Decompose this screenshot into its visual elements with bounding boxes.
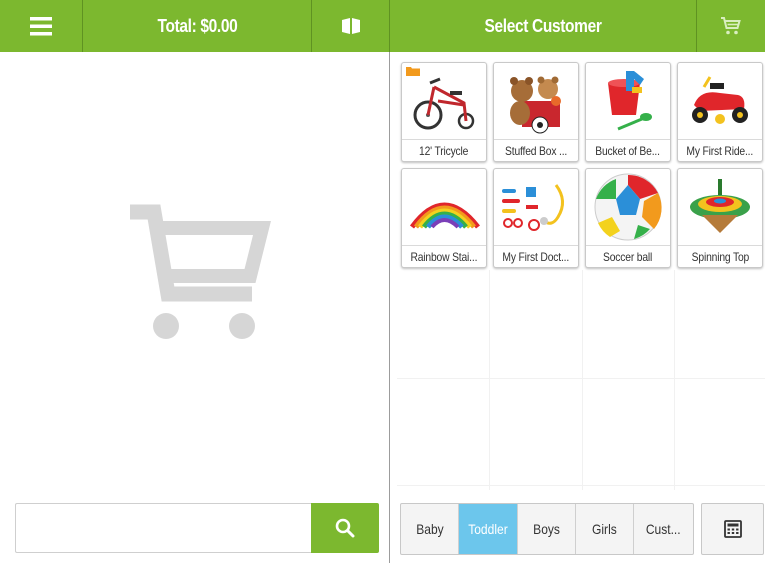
rainbow-spring-image — [409, 202, 480, 229]
search-input[interactable] — [15, 503, 312, 553]
select-customer-label: Select Customer — [484, 15, 602, 36]
category-tab-baby[interactable]: Baby — [401, 504, 459, 554]
pane-divider — [389, 52, 390, 563]
shopping-cart-icon — [721, 17, 741, 35]
order-total: Total: $0.00 — [83, 0, 312, 52]
product-name: Soccer ball — [586, 245, 670, 267]
product-name: 12' Tricycle — [402, 139, 486, 161]
menu-button[interactable] — [0, 0, 82, 52]
category-tab-boys[interactable]: Boys — [518, 504, 576, 554]
search-icon — [335, 518, 355, 538]
product-tile-soccer-ball[interactable]: Soccer ball — [585, 168, 671, 268]
drawer-toggle-button[interactable] — [312, 0, 389, 52]
product-name: Spinning Top — [678, 245, 762, 267]
category-tab-custom[interactable]: Cust... — [634, 504, 693, 554]
soccer-ball-image — [594, 173, 662, 241]
hamburger-menu-icon — [30, 17, 52, 36]
product-name: Stuffed Box ... — [494, 139, 578, 161]
category-tab-girls[interactable]: Girls — [576, 504, 634, 554]
category-tabs: Baby Toddler Boys Girls Cust... — [400, 503, 694, 555]
beach-bucket-image — [608, 71, 652, 131]
product-tile-rainbow[interactable]: Rainbow Stai... — [401, 168, 487, 268]
teddy-bears-image — [510, 76, 561, 134]
product-tile-spinning-top[interactable]: Spinning Top — [677, 168, 763, 268]
search-button[interactable] — [311, 503, 379, 553]
spinning-top-image — [690, 179, 750, 233]
product-tile-tricycle[interactable]: 12' Tricycle — [401, 62, 487, 162]
folder-icon — [406, 67, 420, 76]
ride-on-toy-image — [692, 76, 748, 124]
product-name: Bucket of Be... — [586, 139, 670, 161]
product-tile-bucket[interactable]: Bucket of Be... — [585, 62, 671, 162]
top-bar: Total: $0.00 Select Customer — [0, 0, 765, 52]
cart-header-button[interactable] — [697, 0, 765, 52]
calculator-button[interactable] — [701, 503, 764, 555]
product-tile-stuffed-box[interactable]: Stuffed Box ... — [493, 62, 579, 162]
select-customer-button[interactable]: Select Customer — [390, 0, 696, 52]
doctor-kit-image — [502, 184, 564, 231]
drawer-toggle-icon — [341, 18, 360, 34]
order-total-label: Total: $0.00 — [157, 15, 238, 36]
product-name: My First Ride... — [678, 139, 762, 161]
calculator-icon — [723, 520, 742, 538]
product-name: My First Doct... — [494, 245, 578, 267]
product-tile-ride-on[interactable]: My First Ride... — [677, 62, 763, 162]
product-tile-doctor-kit[interactable]: My First Doct... — [493, 168, 579, 268]
product-name: Rainbow Stai... — [402, 245, 486, 267]
empty-cart-icon — [130, 204, 271, 339]
category-tab-toddler[interactable]: Toddler — [459, 504, 518, 554]
